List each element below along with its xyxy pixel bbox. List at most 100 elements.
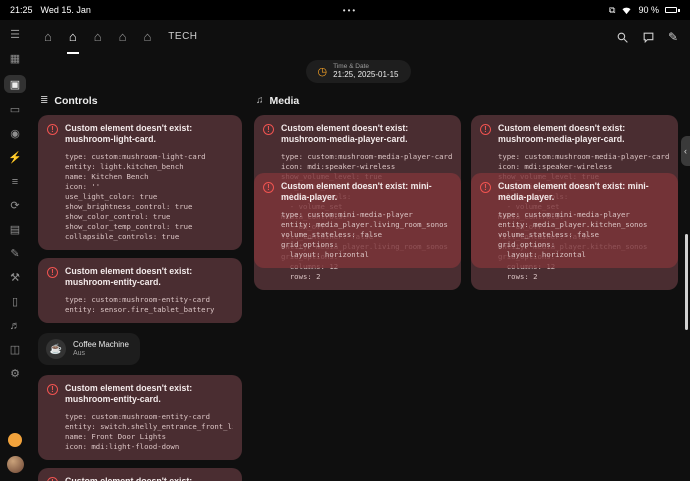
controls-section-title: Controls (54, 95, 97, 107)
developer-tools-icon: ⚙ (10, 367, 20, 380)
sidebar-item-tech-dashboard[interactable]: ▣ (4, 75, 26, 93)
media-kitchen: ! Custom element doesn't exist: mushroom… (471, 115, 678, 299)
error-config: type: custom:mushroom-entity-card entity… (65, 412, 233, 452)
tools-icon: ⚒ (10, 271, 20, 284)
notifications-badge-icon[interactable] (8, 433, 22, 447)
sidebar-item-monitor[interactable]: ▭ (5, 102, 25, 117)
error-config: type: custom:mini-media-player entity: m… (498, 210, 669, 260)
error-config: type: custom:mini-media-player entity: m… (281, 210, 452, 260)
tablet-icon: ▯ (12, 295, 18, 308)
sidebar-item-tools[interactable]: ⚒ (5, 270, 25, 285)
coffee-machine-state: Aus (73, 350, 129, 358)
warning-icon: ! (263, 182, 274, 193)
error-card-entity-battery: ! Custom element doesn't exist: mushroom… (38, 258, 242, 323)
scrollbar-thumb[interactable] (685, 234, 688, 330)
media-icon: ♬ (10, 320, 21, 332)
chip-label: Time & Date (333, 63, 398, 70)
battery-percent: 90 % (638, 5, 659, 15)
error-card-mini-media-kitchen: ! Custom element doesn't exist: mini-med… (471, 173, 678, 268)
error-card-media-player-kitchen: ! Custom element doesn't exist: mushroom… (471, 115, 678, 291)
media-section-icon: ♫ (256, 95, 264, 106)
sidebar-item-media[interactable]: ♬ (5, 318, 25, 333)
overview-icon: ▦ (10, 52, 20, 65)
user-avatar[interactable] (7, 456, 24, 473)
error-config: type: custom:mushroom-entity-card entity… (65, 295, 233, 315)
sidebar-item-developer-tools[interactable]: ⚙ (5, 366, 25, 381)
error-title: Custom element doesn't exist: mushroom-e… (65, 476, 233, 481)
error-card-mushroom-light: ! Custom element doesn't exist: mushroom… (38, 115, 242, 250)
sidebar-item-calendar[interactable]: ▤ (5, 222, 25, 237)
error-title: Custom element doesn't exist: mini-media… (281, 181, 452, 204)
sidebar-item-logbook[interactable]: ✎ (5, 246, 25, 261)
tab-home-1[interactable]: ⌂ (42, 20, 54, 54)
sidebar-item-energy[interactable]: ⚡ (5, 150, 25, 165)
tab-home-5[interactable]: ⌂ (141, 20, 153, 54)
warning-icon: ! (47, 384, 58, 395)
search-icon[interactable] (616, 31, 629, 44)
error-title: Custom element doesn't exist: mushroom-e… (65, 383, 233, 406)
controls-section-header: ≣ Controls (40, 95, 242, 107)
sidebar-item-overview[interactable]: ▦ (5, 51, 25, 66)
monitor-icon: ▭ (10, 103, 20, 116)
calendar-icon: ▤ (10, 223, 20, 236)
sidebar-item-camera[interactable]: ◉ (5, 126, 25, 141)
coffee-maker-icon: ☕ (46, 339, 66, 359)
error-card-entity-christmas: ! Custom element doesn't exist: mushroom… (38, 468, 242, 481)
sidebar-item-todo[interactable]: ≡ (5, 174, 25, 189)
menu-icon: ☰ (10, 28, 20, 41)
right-drawer-handle[interactable]: ‹ (681, 136, 690, 166)
clock-icon: ◷ (318, 65, 328, 78)
status-bar: 21:25 Wed 15. Jan ••• ⧉ 90 % (0, 0, 690, 20)
error-title: Custom element doesn't exist: mushroom-m… (498, 123, 669, 146)
home-icon: ⌂ (69, 29, 77, 44)
home-icon: ⌂ (143, 29, 151, 44)
error-title: Custom element doesn't exist: mushroom-e… (65, 266, 233, 289)
logbook-icon: ✎ (10, 247, 19, 260)
home-icon: ⌂ (94, 29, 102, 44)
battery-icon (665, 7, 680, 13)
media-living-room: ! Custom element doesn't exist: mushroom… (254, 115, 461, 299)
automations-icon: ⟳ (10, 199, 19, 212)
time-date-chip[interactable]: ◷ Time & Date 21:25, 2025-01-15 (306, 60, 411, 83)
menu-button[interactable]: ☰ (5, 27, 25, 42)
warning-icon: ! (47, 267, 58, 278)
controls-column: ≣ Controls ! Custom element doesn't exis… (38, 93, 242, 481)
chip-value: 21:25, 2025-01-15 (333, 70, 398, 79)
warning-icon: ! (480, 124, 491, 135)
edit-dashboard-icon[interactable]: ✎ (668, 30, 678, 44)
status-date: Wed 15. Jan (41, 5, 91, 15)
assist-chat-icon[interactable] (642, 31, 655, 44)
error-title: Custom element doesn't exist: mushroom-m… (281, 123, 452, 146)
warning-icon: ! (263, 124, 274, 135)
sidebar-item-storage[interactable]: ◫ (5, 342, 25, 357)
coffee-machine-card[interactable]: ☕ Coffee Machine Aus (38, 333, 140, 365)
coffee-machine-name: Coffee Machine (73, 340, 129, 349)
media-section-title: Media (270, 95, 300, 107)
error-card-mini-media-living: ! Custom element doesn't exist: mini-med… (254, 173, 461, 268)
tab-home-4[interactable]: ⌂ (117, 20, 129, 54)
warning-icon: ! (480, 182, 491, 193)
error-title: Custom element doesn't exist: mushroom-l… (65, 123, 233, 146)
dashboard-content: ◷ Time & Date 21:25, 2025-01-15 ≣ Contro… (30, 54, 690, 481)
media-section-header: ♫ Media (256, 95, 678, 107)
home-assistant-dashboard: 21:25 Wed 15. Jan ••• ⧉ 90 % ☰ ▦ ▣ ▭ ◉ ⚡… (0, 0, 690, 481)
storage-icon: ◫ (10, 343, 20, 356)
status-time: 21:25 (10, 5, 33, 15)
home-icon: ⌂ (44, 29, 52, 44)
wifi-icon (621, 6, 632, 15)
camera-icon: ◉ (10, 127, 20, 140)
error-config: type: custom:mushroom-light-card entity:… (65, 152, 233, 243)
tab-home-3[interactable]: ⌂ (92, 20, 104, 54)
sidebar-item-automations[interactable]: ⟳ (5, 198, 25, 213)
error-title: Custom element doesn't exist: mini-media… (498, 181, 669, 204)
error-card-media-player-living: ! Custom element doesn't exist: mushroom… (254, 115, 461, 291)
dashboard-icon: ▣ (10, 78, 20, 91)
tab-tech[interactable]: TECH (166, 20, 199, 54)
tab-home-2-active[interactable]: ⌂ (67, 20, 79, 54)
controls-section-icon: ≣ (40, 95, 48, 106)
error-card-entity-front-door: ! Custom element doesn't exist: mushroom… (38, 375, 242, 460)
app-toolbar: ⌂ ⌂ ⌂ ⌂ ⌂ TECH ✎ (30, 20, 690, 54)
pip-icon: ⧉ (609, 5, 615, 16)
sidebar-item-tablet[interactable]: ▯ (5, 294, 25, 309)
sidebar-rail: ☰ ▦ ▣ ▭ ◉ ⚡ ≡ ⟳ ▤ ✎ ⚒ ▯ ♬ ◫ ⚙ (0, 20, 30, 481)
